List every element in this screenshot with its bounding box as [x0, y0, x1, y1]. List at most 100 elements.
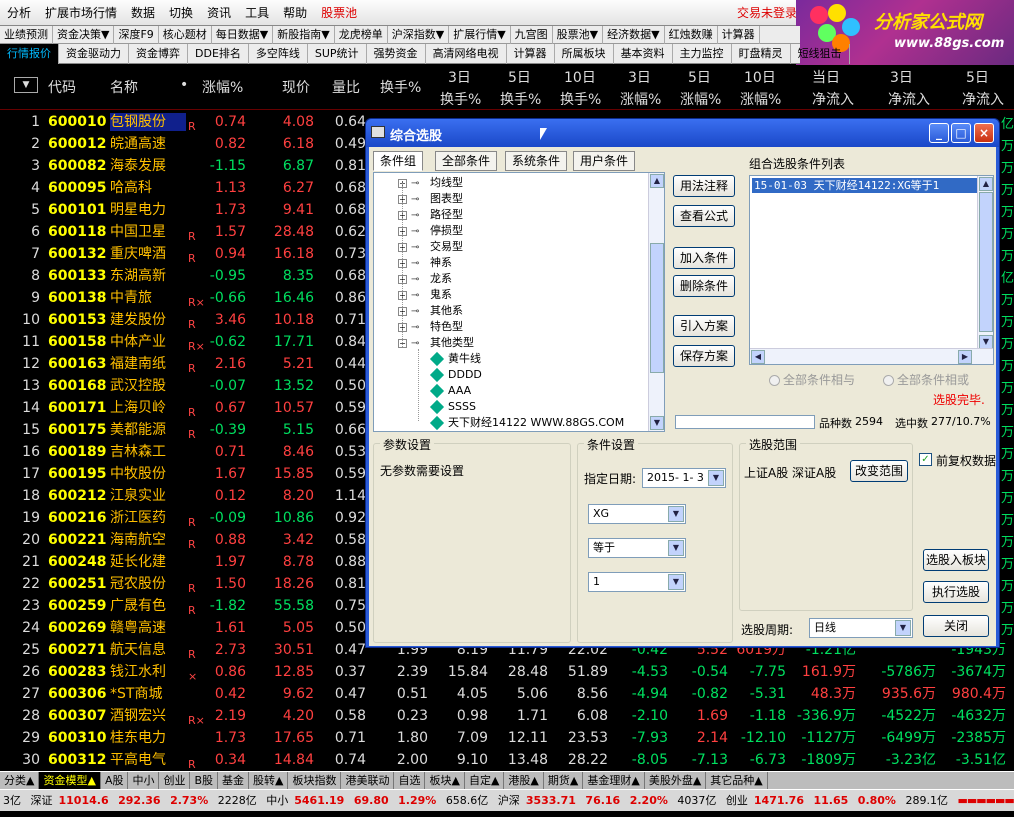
tree-leaf[interactable]: 黄牛线 — [429, 351, 481, 367]
add-condition-button[interactable]: 加入条件 — [673, 247, 735, 269]
col-today[interactable]: 当日 — [812, 67, 840, 87]
tree-folder[interactable]: + ⊸ 鬼系 — [398, 287, 452, 303]
tree-folder[interactable]: + ⊸ 特色型 — [398, 319, 463, 335]
save-plan-button[interactable]: 保存方案 — [673, 345, 735, 367]
radio-or-dot[interactable] — [883, 375, 894, 386]
prior-rights-checkbox[interactable]: ✓ — [919, 453, 932, 466]
toolbar-item[interactable]: 资金决策▼ — [53, 26, 115, 44]
col-5d-chg[interactable]: 5日 — [688, 67, 711, 87]
close-button[interactable]: 关闭 — [923, 615, 989, 637]
tab-quote[interactable]: 行情报价 — [0, 44, 59, 64]
category-tab[interactable]: 分类▲ — [0, 772, 40, 790]
operator-combo[interactable]: 等于 ▼ — [588, 538, 686, 558]
tab-quote[interactable]: 强势资金 — [367, 44, 426, 64]
toolbar-item[interactable]: 业绩预测 — [0, 26, 53, 44]
col-5d-flow[interactable]: 5日 — [966, 67, 989, 87]
menu-item[interactable]: 分析 — [0, 0, 38, 26]
table-row[interactable]: 28 600307 酒钢宏兴 R× 2.19 4.20 0.58 0.23 0.98 1.71 6.… — [0, 704, 1014, 727]
category-tab[interactable]: 其它品种▲ — [706, 772, 768, 790]
tab-quote[interactable]: 盯盘精灵 — [732, 44, 791, 64]
category-tab[interactable]: 期货▲ — [544, 772, 584, 790]
tree-leaf[interactable]: 天下财经14122 WWW.88GS.COM — [429, 415, 624, 431]
menu-item[interactable]: 数据 — [124, 0, 162, 26]
col-change[interactable]: 涨幅% — [202, 77, 243, 97]
tab-quote[interactable]: 多空阵线 — [249, 44, 308, 64]
menu-item[interactable]: 工具 — [238, 0, 276, 26]
chevron-down-icon[interactable]: ▼ — [668, 506, 684, 522]
tab-quote[interactable]: 基本资料 — [614, 44, 673, 64]
view-formula-button[interactable]: 查看公式 — [673, 205, 735, 227]
scroll-down-icon[interactable]: ▼ — [650, 416, 664, 430]
radio-or[interactable]: 全部条件相或 — [883, 371, 969, 388]
scroll-up-icon[interactable]: ▲ — [650, 174, 664, 188]
condition-list-item[interactable]: 15-01-03 天下财经14122:XG等于1 — [752, 178, 980, 193]
col-turnover[interactable]: 换手% — [380, 77, 421, 97]
toolbar-item[interactable]: 红烛数赚 — [665, 26, 718, 44]
tree-leaf[interactable]: DDDD — [429, 367, 482, 383]
tab-quote[interactable]: 高清网络电视 — [426, 44, 507, 64]
toolbar-item[interactable]: 每日数据▼ — [212, 26, 274, 44]
menu-item[interactable]: 股票池 — [314, 0, 364, 26]
tree-folder[interactable]: − ⊸ 其他类型 — [398, 335, 474, 351]
col-name[interactable]: 名称 — [110, 77, 138, 97]
toolbar-item[interactable]: 计算器 — [718, 26, 760, 44]
col-3d-flow[interactable]: 3日 — [890, 67, 913, 87]
tab-quote[interactable]: 计算器 — [507, 44, 555, 64]
table-row[interactable]: 29 600310 桂东电力 1.73 17.65 0.71 1.80 7.09 12.11 23… — [0, 726, 1014, 748]
period-combo[interactable]: 日线 ▼ — [809, 618, 913, 638]
tree-leaf[interactable]: SSSS — [429, 399, 476, 415]
category-tab[interactable]: 港股▲ — [504, 772, 544, 790]
tree-folder[interactable]: + ⊸ 交易型 — [398, 239, 463, 255]
col-price[interactable]: 现价 — [282, 77, 310, 97]
col-5d[interactable]: 5日 — [508, 67, 531, 87]
category-tab[interactable]: 中小 — [128, 772, 160, 790]
delete-condition-button[interactable]: 删除条件 — [673, 275, 735, 297]
list-vscroll[interactable]: ▲ ▼ — [977, 176, 993, 350]
condition-tree[interactable]: ▲ ▼ + ⊸ 均线型 + ⊸ 图表型 + ⊸ 路径型 + ⊸ 停损型 + ⊸ 交易型 + ⊸ 神系 + ⊸ 龙系 + ⊸ 鬼… — [373, 172, 665, 432]
scroll-thumb[interactable] — [650, 243, 664, 373]
category-tab[interactable]: B股 — [190, 772, 219, 790]
tab-quote[interactable]: DDE排名 — [188, 44, 249, 64]
category-tab[interactable]: 股转▲ — [249, 772, 289, 790]
col-3d-chg[interactable]: 3日 — [628, 67, 651, 87]
toolbar-item[interactable]: 经济数据▼ — [603, 26, 665, 44]
toolbar-item[interactable]: 股票池▼ — [553, 26, 604, 44]
toolbar-item[interactable]: 沪深指数▼ — [388, 26, 450, 44]
change-range-button[interactable]: 改变范围 — [850, 460, 908, 482]
tree-leaf[interactable]: AAA — [429, 383, 471, 399]
scroll-up-icon[interactable]: ▲ — [979, 177, 993, 191]
menu-item[interactable]: 交易未登录 — [730, 0, 804, 26]
toolbar-item[interactable]: 核心题材 — [159, 26, 212, 44]
tab-quote[interactable]: SUP统计 — [308, 44, 367, 64]
tree-folder[interactable]: + ⊸ 均线型 — [398, 175, 463, 191]
tab-all-conditions[interactable]: 全部条件 — [435, 151, 498, 171]
table-row[interactable]: 26 600283 钱江水利 × 0.86 12.85 0.37 2.39 15.84 28.48… — [0, 660, 1014, 683]
category-tab[interactable]: 自选 — [394, 772, 426, 790]
import-plan-button[interactable]: 引入方案 — [673, 315, 735, 337]
category-tab[interactable]: 基金 — [218, 772, 250, 790]
maximize-button[interactable]: □ — [951, 123, 971, 143]
toolbar-item[interactable]: 九宫图 — [511, 26, 553, 44]
menu-item[interactable]: 帮助 — [276, 0, 314, 26]
chevron-down-icon[interactable]: ▼ — [895, 620, 911, 636]
tree-folder[interactable]: + ⊸ 图表型 — [398, 191, 463, 207]
tab-user-conditions[interactable]: 用户条件 — [573, 151, 636, 171]
col-10d[interactable]: 10日 — [564, 67, 596, 87]
table-row[interactable]: 27 600306 *ST商城 0.42 9.62 0.47 0.51 4.05 5.06 8.5… — [0, 682, 1014, 704]
usage-button[interactable]: 用法注释 — [673, 175, 735, 197]
scroll-right-icon[interactable]: ▶ — [958, 350, 972, 364]
dialog-title-bar[interactable]: 综合选股 _ □ × — [366, 119, 999, 147]
tab-quote[interactable]: 资金驱动力 — [59, 44, 129, 64]
date-picker[interactable]: 2015- 1- 3 ▼ — [642, 468, 726, 488]
tab-quote[interactable]: 所属板块 — [555, 44, 614, 64]
tab-quote[interactable]: 短线狙击 — [791, 44, 850, 64]
table-row[interactable]: 30 600312 平高电气 R 0.34 14.84 0.74 2.00 9.10 13.48 2… — [0, 748, 1014, 771]
close-icon[interactable]: × — [974, 123, 994, 143]
category-tab[interactable]: 基金理财▲ — [583, 772, 645, 790]
toolbar-item[interactable]: 新股指南▼ — [273, 26, 335, 44]
category-tab[interactable]: 资金模型▲ — [39, 772, 101, 790]
to-block-button[interactable]: 选股入板块 — [923, 549, 989, 571]
col-3d[interactable]: 3日 — [448, 67, 471, 87]
toolbar-item[interactable]: 深度F9 — [114, 26, 159, 44]
tree-folder[interactable]: + ⊸ 神系 — [398, 255, 452, 271]
